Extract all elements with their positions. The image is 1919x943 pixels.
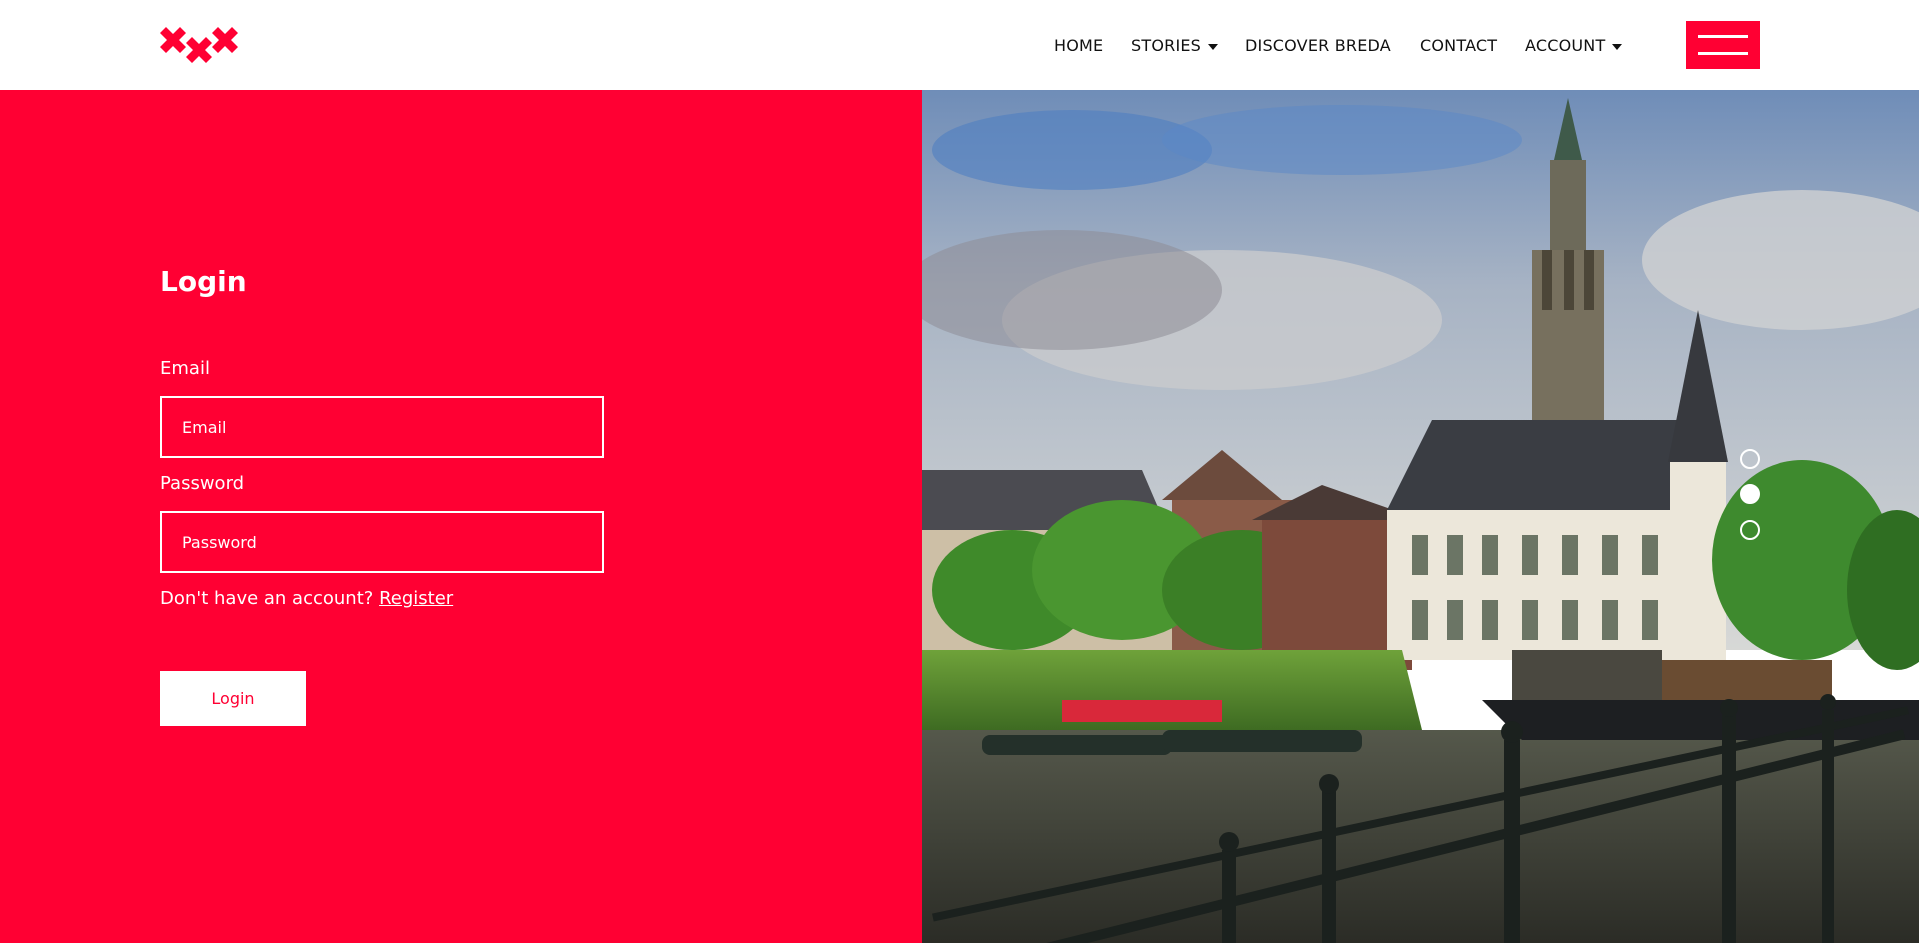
nav-discover-breda[interactable]: DISCOVER BREDA bbox=[1245, 34, 1391, 56]
nav-discover-breda-label: DISCOVER BREDA bbox=[1245, 35, 1391, 55]
site-header: HOME STORIES DISCOVER BREDA CONTACT ACCO… bbox=[0, 0, 1919, 90]
xxx-logo-icon[interactable] bbox=[160, 27, 238, 63]
slider-dot-3[interactable] bbox=[1740, 520, 1760, 540]
nav-home[interactable]: HOME bbox=[1054, 34, 1103, 56]
nav-account[interactable]: ACCOUNT bbox=[1525, 34, 1623, 56]
email-label: Email bbox=[160, 358, 210, 379]
canal-with-church-tower-and-boats-photo bbox=[922, 90, 1919, 943]
hamburger-menu-button[interactable] bbox=[1686, 21, 1760, 69]
hamburger-menu-icon-bar bbox=[1698, 52, 1748, 55]
nav-account-label: ACCOUNT bbox=[1525, 35, 1606, 55]
register-link[interactable]: Register bbox=[379, 588, 453, 609]
caret-down-icon bbox=[1208, 43, 1219, 50]
hero-image bbox=[922, 90, 1919, 943]
login-title: Login bbox=[160, 265, 247, 298]
login-panel: Login Email Password Don't have an accou… bbox=[0, 90, 922, 943]
nav-home-label: HOME bbox=[1054, 35, 1104, 55]
email-input[interactable] bbox=[160, 396, 604, 458]
slider-dot-1[interactable] bbox=[1740, 449, 1760, 469]
nav-stories-label: STORIES bbox=[1131, 35, 1202, 55]
no-account-text: Don't have an account? bbox=[160, 588, 374, 609]
password-input[interactable] bbox=[160, 511, 604, 573]
login-button[interactable]: Login bbox=[160, 671, 306, 726]
hamburger-menu-icon bbox=[1698, 35, 1748, 38]
nav-contact-label: CONTACT bbox=[1420, 35, 1498, 55]
password-label: Password bbox=[160, 473, 245, 494]
caret-down-icon bbox=[1612, 43, 1623, 50]
nav-stories[interactable]: STORIES bbox=[1131, 34, 1219, 56]
register-prompt: Don't have an account? Register bbox=[160, 588, 453, 609]
slider-dot-2-active[interactable] bbox=[1740, 484, 1760, 504]
nav-contact[interactable]: CONTACT bbox=[1420, 34, 1497, 56]
hero-slider-dots bbox=[1740, 449, 1762, 540]
